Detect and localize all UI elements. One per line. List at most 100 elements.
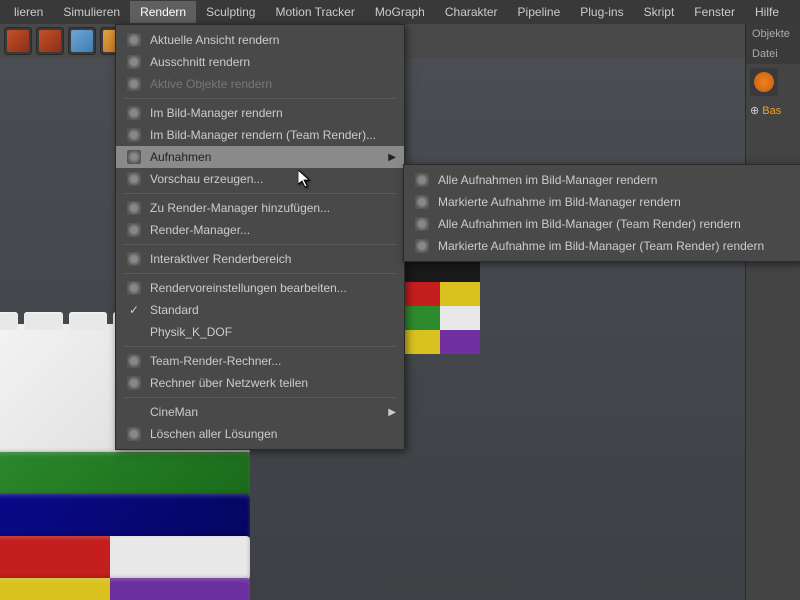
render-icon (412, 216, 432, 232)
menu-item-label: Team-Render-Rechner... (150, 354, 281, 368)
menu-item-rendervoreinstellungen-bearbeiten[interactable]: Rendervoreinstellungen bearbeiten... (116, 277, 404, 299)
render-icon (124, 76, 144, 92)
tool-button[interactable] (4, 27, 32, 55)
menu-item-zu-render-manager-hinzuf-gen[interactable]: Zu Render-Manager hinzufügen... (116, 197, 404, 219)
cube-icon (71, 30, 93, 52)
sphere-icon (754, 72, 774, 92)
submenu-item-label: Alle Aufnahmen im Bild-Manager rendern (438, 173, 657, 187)
menu-item[interactable]: Skript (634, 1, 685, 23)
object-tree-item[interactable]: ⊕ Bas (746, 100, 800, 121)
menu-item-interaktiver-renderbereich[interactable]: Interaktiver Renderbereich (116, 248, 404, 270)
render-icon (124, 54, 144, 70)
menu-item-label: Im Bild-Manager rendern (150, 106, 283, 120)
render-icon (412, 194, 432, 210)
render-icon (124, 149, 144, 165)
render-icon (124, 222, 144, 238)
rendern-dropdown: Aktuelle Ansicht rendern Ausschnitt rende… (115, 24, 405, 450)
menu-item-standard[interactable]: ✓Standard (116, 299, 404, 321)
render-icon (124, 200, 144, 216)
render-icon (124, 251, 144, 267)
clapper-icon (7, 30, 29, 52)
menu-item-vorschau-erzeugen[interactable]: Vorschau erzeugen... (116, 168, 404, 190)
render-icon (124, 127, 144, 143)
brick-green (0, 452, 250, 496)
objects-panel: Objekte Datei ⊕ Bas (745, 24, 800, 600)
menu-item-team-render-rechner[interactable]: Team-Render-Rechner... (116, 350, 404, 372)
submenu-item-markierte-aufnahme-im-bild-manager-rendern[interactable]: Markierte Aufnahme im Bild-Manager rende… (404, 191, 800, 213)
menu-separator (124, 346, 396, 347)
menu-item[interactable]: MoGraph (365, 1, 435, 23)
menu-item-label: Löschen aller Lösungen (150, 427, 277, 441)
menu-item-l-schen-aller-l-sungen[interactable]: Löschen aller Lösungen (116, 423, 404, 445)
render-icon (124, 353, 144, 369)
submenu-item-label: Alle Aufnahmen im Bild-Manager (Team Ren… (438, 217, 741, 231)
menu-item-aktive-objekte-rendern: Aktive Objekte rendern (116, 73, 404, 95)
menu-item-cineman[interactable]: CineMan ▶ (116, 401, 404, 423)
render-icon (124, 426, 144, 442)
tool-button[interactable] (68, 27, 96, 55)
menu-item[interactable]: Pipeline (508, 1, 571, 23)
menu-item[interactable]: Motion Tracker (265, 1, 364, 23)
render-icon (124, 105, 144, 121)
render-icon (412, 172, 432, 188)
clapper-icon (39, 30, 61, 52)
menu-item-label: Im Bild-Manager rendern (Team Render)... (150, 128, 376, 142)
cursor-icon (298, 170, 312, 191)
menu-item-label: Aktive Objekte rendern (150, 77, 272, 91)
menu-separator (124, 98, 396, 99)
render-icon (124, 375, 144, 391)
panel-icon[interactable] (750, 68, 778, 96)
menu-item-label: Aktuelle Ansicht rendern (150, 33, 279, 47)
none-icon (124, 324, 144, 340)
menu-item-label: CineMan (150, 405, 198, 419)
render-icon (124, 171, 144, 187)
menu-item[interactable]: lieren (4, 1, 53, 23)
none-icon (124, 404, 144, 420)
submenu-item-alle-aufnahmen-im-bild-manager-team-render-rendern[interactable]: Alle Aufnahmen im Bild-Manager (Team Ren… (404, 213, 800, 235)
panel-subtab[interactable]: Datei (746, 44, 800, 64)
menu-item-aktuelle-ansicht-rendern[interactable]: Aktuelle Ansicht rendern (116, 29, 404, 51)
menubar: lieren Simulieren Rendern Sculpting Moti… (0, 0, 800, 24)
menu-item-ausschnitt-rendern[interactable]: Ausschnitt rendern (116, 51, 404, 73)
menu-item[interactable]: Simulieren (53, 1, 130, 23)
menu-item-im-bild-manager-rendern[interactable]: Im Bild-Manager rendern (116, 102, 404, 124)
render-icon (124, 280, 144, 296)
menu-item-label: Vorschau erzeugen... (150, 172, 263, 186)
menu-item-label: Ausschnitt rendern (150, 55, 250, 69)
tool-button[interactable] (36, 27, 64, 55)
menu-item-label: Render-Manager... (150, 223, 250, 237)
menu-rendern[interactable]: Rendern (130, 1, 196, 23)
menu-item-im-bild-manager-rendern-team-render[interactable]: Im Bild-Manager rendern (Team Render)... (116, 124, 404, 146)
menu-item[interactable]: Sculpting (196, 1, 265, 23)
minibrick (400, 282, 480, 306)
menu-separator (124, 244, 396, 245)
menu-item-render-manager[interactable]: Render-Manager... (116, 219, 404, 241)
menu-item-label: Physik_K_DOF (150, 325, 232, 339)
lego-model-small (400, 258, 480, 354)
aufnahmen-submenu: Alle Aufnahmen im Bild-Manager rendern Ma… (403, 164, 800, 262)
menu-item-label: Interaktiver Renderbereich (150, 252, 291, 266)
menu-item[interactable]: Fenster (684, 1, 745, 23)
panel-tab[interactable]: Objekte (746, 24, 800, 44)
menu-item[interactable]: Plug-ins (570, 1, 633, 23)
brick-blue (0, 494, 250, 538)
brick-yellow-purple (0, 578, 250, 600)
submenu-item-label: Markierte Aufnahme im Bild-Manager rende… (438, 195, 681, 209)
menu-item[interactable]: Hilfe (745, 1, 789, 23)
menu-item-aufnahmen[interactable]: Aufnahmen▶ (116, 146, 404, 168)
menu-item-rechner-ber-netzwerk-teilen[interactable]: Rechner über Netzwerk teilen (116, 372, 404, 394)
menu-item-label: Rendervoreinstellungen bearbeiten... (150, 281, 347, 295)
menu-separator (124, 193, 396, 194)
menu-item-label: Zu Render-Manager hinzufügen... (150, 201, 330, 215)
submenu-item-markierte-aufnahme-im-bild-manager-team-render-rendern[interactable]: Markierte Aufnahme im Bild-Manager (Team… (404, 235, 800, 257)
submenu-item-alle-aufnahmen-im-bild-manager-rendern[interactable]: Alle Aufnahmen im Bild-Manager rendern (404, 169, 800, 191)
menu-item-physik-k-dof[interactable]: Physik_K_DOF (116, 321, 404, 343)
menu-separator (124, 273, 396, 274)
object-label: Bas (762, 105, 781, 117)
minibrick (400, 306, 480, 330)
brick-red-white (0, 536, 250, 580)
menu-item[interactable]: Charakter (435, 1, 508, 23)
menu-separator (124, 397, 396, 398)
menu-item-label: Aufnahmen (150, 150, 211, 164)
submenu-arrow-icon: ▶ (388, 407, 396, 418)
